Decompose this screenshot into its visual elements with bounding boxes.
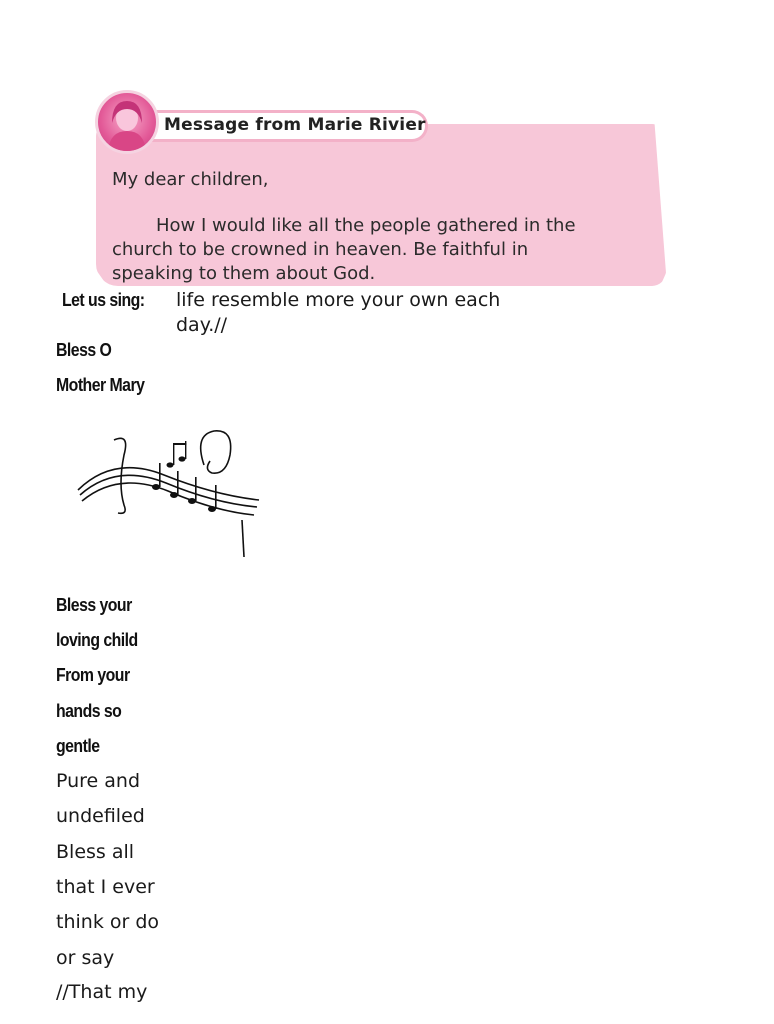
song-line: that I ever xyxy=(56,876,155,898)
song-line: //That my xyxy=(56,981,148,1003)
music-notes-icon xyxy=(77,430,260,558)
message-title: Message from Marie Rivier xyxy=(164,115,426,135)
message-body-text: How I would like all the people gathered… xyxy=(112,215,576,284)
message-salutation: My dear children, xyxy=(112,169,269,190)
song-line: Pure and xyxy=(56,770,141,792)
song-line: Bless your xyxy=(56,595,132,615)
song-line: From your xyxy=(56,665,130,685)
song-line: Bless all xyxy=(56,841,135,863)
song-line: Mother Mary xyxy=(56,375,145,395)
marie-rivier-portrait xyxy=(95,90,159,154)
song-line: Bless O xyxy=(56,340,112,360)
page: Message from Marie Rivier My dear childr… xyxy=(0,0,774,1024)
song-line: gentle xyxy=(56,736,100,756)
song-line: think or do xyxy=(56,911,160,933)
message-body: How I would like all the people gathered… xyxy=(112,214,602,286)
song-line: undefiled xyxy=(56,805,145,827)
song-continuation: life resemble more your own each day.// xyxy=(176,289,501,336)
song-line: loving child xyxy=(56,630,138,650)
portrait-icon xyxy=(108,101,146,151)
song-line: or say xyxy=(56,947,115,969)
song-line: hands so xyxy=(56,701,122,721)
song-heading: Let us sing: xyxy=(62,290,145,310)
